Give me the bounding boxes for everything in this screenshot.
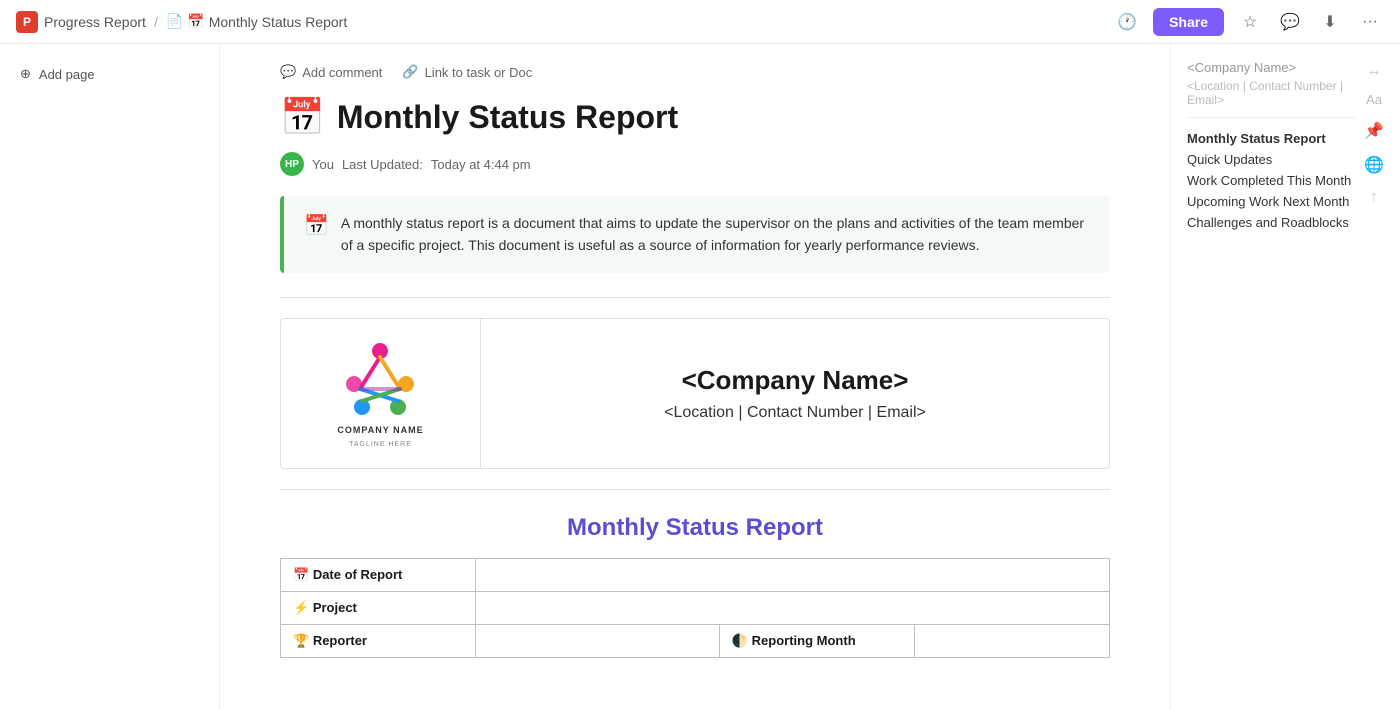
page-title-icon: 📅 — [280, 96, 325, 138]
company-logo-area: COMPANY NAME TAGLINE HERE — [281, 319, 481, 468]
doc-emoji-icon: 📅 — [187, 13, 204, 30]
breadcrumb-separator: / — [154, 14, 158, 30]
font-size-icon[interactable]: Aa — [1366, 92, 1382, 107]
last-updated-value: Today at 4:44 pm — [431, 157, 531, 172]
logo-tagline: TAGLINE HERE — [349, 441, 412, 448]
add-comment-btn[interactable]: 💬 Add comment — [280, 64, 382, 80]
sidebar-nav-challenges[interactable]: Challenges and Roadblocks — [1187, 212, 1356, 233]
add-page-icon: ⊕ — [20, 66, 31, 82]
reporter-label: 🏆 Reporter — [281, 624, 476, 657]
left-sidebar: ⊕ Add page — [0, 44, 220, 710]
reporting-month-label: 🌓 Reporting Month — [719, 624, 914, 657]
top-bar: P Progress Report / 📄 📅 Monthly Status R… — [0, 0, 1400, 44]
breadcrumb: P Progress Report / 📄 📅 Monthly Status R… — [16, 11, 347, 33]
callout-block: 📅 A monthly status report is a document … — [280, 196, 1110, 273]
link-task-btn[interactable]: 🔗 Link to task or Doc — [402, 64, 532, 80]
sidebar-nav-monthly-status[interactable]: Monthly Status Report — [1187, 128, 1356, 149]
company-details: <Location | Contact Number | Email> — [664, 404, 926, 422]
share-button[interactable]: Share — [1153, 8, 1224, 36]
table-row: 🏆 Reporter 🌓 Reporting Month — [281, 624, 1110, 657]
reporter-value[interactable] — [476, 624, 720, 657]
clock-icon-btn[interactable]: 🕐 — [1113, 8, 1141, 36]
company-card: COMPANY NAME TAGLINE HERE <Company Name>… — [280, 318, 1110, 469]
date-of-report-value[interactable] — [476, 558, 1110, 591]
doc-type-icon: 📄 — [166, 13, 183, 30]
project-value[interactable] — [476, 591, 1110, 624]
report-table: 📅 Date of Report ⚡ Project — [280, 558, 1110, 658]
callout-text: A monthly status report is a document th… — [341, 212, 1090, 257]
meta-row: HP You Last Updated: Today at 4:44 pm — [280, 152, 1110, 176]
pin-icon[interactable]: 📌 — [1364, 121, 1384, 141]
page-title: Monthly Status Report — [337, 99, 678, 136]
breadcrumb-app[interactable]: Progress Report — [44, 14, 146, 30]
top-bar-right: 🕐 Share ☆ 💬 ⬇ ··· — [1113, 8, 1384, 36]
chat-icon-btn[interactable]: 💬 — [1276, 8, 1304, 36]
sidebar-nav-quick-updates[interactable]: Quick Updates — [1187, 149, 1356, 170]
table-row: ⚡ Project — [281, 591, 1110, 624]
company-name: <Company Name> — [682, 365, 909, 396]
app-icon: P — [16, 11, 38, 33]
more-options-btn[interactable]: ··· — [1356, 8, 1384, 36]
section-title: Monthly Status Report — [280, 514, 1110, 542]
page-title-row: 📅 Monthly Status Report — [280, 96, 1110, 138]
date-icon: 📅 — [293, 567, 309, 582]
content-area: 💬 Add comment 🔗 Link to task or Doc 📅 Mo… — [220, 44, 1170, 710]
divider-2 — [280, 489, 1110, 490]
right-sidebar: <Company Name> <Location | Contact Numbe… — [1170, 44, 1400, 710]
project-icon: ⚡ — [293, 600, 309, 615]
sidebar-nav-upcoming-work[interactable]: Upcoming Work Next Month — [1187, 191, 1356, 212]
callout-icon: 📅 — [304, 213, 329, 238]
star-icon-btn[interactable]: ☆ — [1236, 8, 1264, 36]
logo-company-name: COMPANY NAME — [337, 425, 423, 435]
add-page-button[interactable]: ⊕ Add page — [12, 60, 207, 88]
breadcrumb-current[interactable]: 📄 📅 Monthly Status Report — [166, 13, 347, 30]
upload-icon[interactable]: ↑ — [1370, 189, 1378, 207]
author-name: You — [312, 157, 334, 172]
reporter-icon: 🏆 — [293, 633, 309, 648]
sidebar-nav-work-completed[interactable]: Work Completed This Month — [1187, 170, 1356, 191]
divider-1 — [280, 297, 1110, 298]
sidebar-location: <Location | Contact Number | Email> — [1187, 79, 1356, 118]
last-updated-label: Last Updated: — [342, 157, 423, 172]
collapse-sidebar-icon[interactable]: ↔ — [1367, 62, 1381, 78]
avatar: HP — [280, 152, 304, 176]
main-layout: ⊕ Add page 💬 Add comment 🔗 Link to task … — [0, 44, 1400, 710]
link-icon: 🔗 — [402, 64, 418, 80]
company-logo: COMPANY NAME TAGLINE HERE — [337, 339, 423, 448]
right-sidebar-content: <Company Name> <Location | Contact Numbe… — [1187, 60, 1356, 233]
table-row: 📅 Date of Report — [281, 558, 1110, 591]
sidebar-company-name: <Company Name> — [1187, 60, 1356, 75]
company-info: <Company Name> <Location | Contact Numbe… — [481, 319, 1109, 468]
reporting-month-icon: 🌓 — [732, 633, 748, 648]
reporting-month-value[interactable] — [914, 624, 1109, 657]
project-label: ⚡ Project — [281, 591, 476, 624]
download-icon-btn[interactable]: ⬇ — [1316, 8, 1344, 36]
right-sidebar-top: <Company Name> <Location | Contact Numbe… — [1187, 60, 1384, 233]
add-comment-icon: 💬 — [280, 64, 296, 80]
action-bar: 💬 Add comment 🔗 Link to task or Doc — [280, 64, 1110, 80]
share-tree-icon[interactable]: 🌐 — [1364, 155, 1384, 175]
date-of-report-label: 📅 Date of Report — [281, 558, 476, 591]
